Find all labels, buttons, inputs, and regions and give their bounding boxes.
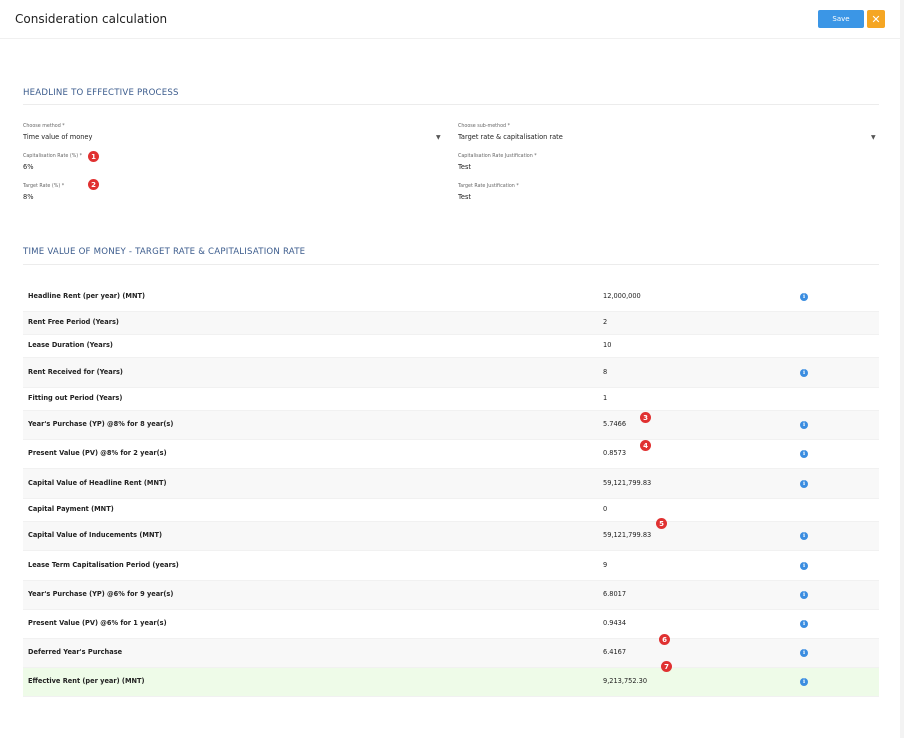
row-label: Rent Free Period (Years) <box>28 318 119 326</box>
table-row: Year's Purchase (YP) @8% for 8 year(s) 5.… <box>23 411 879 440</box>
marker-badge: 4 <box>640 440 651 451</box>
row-value: 59,121,799.83 <box>603 531 652 539</box>
chevron-down-icon[interactable]: ▼ <box>436 134 441 141</box>
table-row: Present Value (PV) @6% for 1 year(s) 0.94… <box>23 610 879 639</box>
row-label: Rent Received for (Years) <box>28 368 123 376</box>
calculation-table: Headline Rent (per year) (MNT) 12,000,000… <box>23 282 879 697</box>
info-icon[interactable]: i <box>800 649 808 657</box>
row-value: 0 <box>603 505 608 513</box>
table-row: Headline Rent (per year) (MNT) 12,000,000… <box>23 282 879 312</box>
save-button[interactable]: Save <box>818 10 864 28</box>
cap-rate-justification-input[interactable]: Test <box>458 163 471 171</box>
row-value: 5.7466 <box>603 420 627 428</box>
marker-badge: 2 <box>88 179 99 190</box>
row-value: 10 <box>603 341 612 349</box>
info-icon[interactable]: i <box>800 450 808 458</box>
row-label: Lease Term Capitalisation Period (years) <box>28 561 179 569</box>
row-label: Headline Rent (per year) (MNT) <box>28 292 145 300</box>
method-label: Choose method * <box>23 124 65 129</box>
page-title: Consideration calculation <box>15 12 168 26</box>
info-icon[interactable]: i <box>800 421 808 429</box>
marker-badge: 1 <box>88 151 99 162</box>
method-select[interactable]: Time value of money <box>23 133 92 141</box>
row-label: Effective Rent (per year) (MNT) <box>28 677 145 685</box>
table-row: Rent Free Period (Years) 2 <box>23 312 879 335</box>
row-label: Fitting out Period (Years) <box>28 394 123 402</box>
row-value: 12,000,000 <box>603 292 641 300</box>
row-value: 9 <box>603 561 608 569</box>
row-label: Present Value (PV) @6% for 1 year(s) <box>28 619 167 627</box>
divider <box>23 264 879 265</box>
table-row: Rent Received for (Years) 8 i <box>23 358 879 388</box>
info-icon[interactable]: i <box>800 532 808 540</box>
row-label: Lease Duration (Years) <box>28 341 113 349</box>
headline-section-title: HEADLINE TO EFFECTIVE PROCESS <box>23 88 179 98</box>
cap-rate-label: Capitalisation Rate (%) * <box>23 154 83 159</box>
marker-badge: 3 <box>640 412 651 423</box>
info-icon[interactable]: i <box>800 369 808 377</box>
info-icon[interactable]: i <box>800 678 808 686</box>
row-value: 6.4167 <box>603 648 627 656</box>
row-value: 8 <box>603 368 608 376</box>
row-label: Present Value (PV) @8% for 2 year(s) <box>28 449 167 457</box>
table-row: Deferred Year's Purchase 6.4167 i <box>23 639 879 668</box>
row-label: Year's Purchase (YP) @8% for 8 year(s) <box>28 420 174 428</box>
table-row: Fitting out Period (Years) 1 <box>23 388 879 411</box>
row-label: Deferred Year's Purchase <box>28 648 123 656</box>
tvm-section-title: TIME VALUE OF MONEY - TARGET RATE & CAPI… <box>23 247 306 257</box>
target-rate-input[interactable]: 8% <box>23 193 33 201</box>
row-value: 0.8573 <box>603 449 627 457</box>
target-rate-justification-input[interactable]: Test <box>458 193 471 201</box>
info-icon[interactable]: i <box>800 591 808 599</box>
table-row: Present Value (PV) @8% for 2 year(s) 0.85… <box>23 440 879 469</box>
table-row: Capital Payment (MNT) 0 <box>23 499 879 522</box>
table-row: Capital Value of Headline Rent (MNT) 59,1… <box>23 469 879 499</box>
row-value: 2 <box>603 318 608 326</box>
row-label: Year's Purchase (YP) @6% for 9 year(s) <box>28 590 174 598</box>
info-icon[interactable]: i <box>800 562 808 570</box>
table-row: Effective Rent (per year) (MNT) 9,213,752… <box>23 668 879 697</box>
row-label: Capital Value of Inducements (MNT) <box>28 531 162 539</box>
row-value: 0.9434 <box>603 619 627 627</box>
table-row: Capital Value of Inducements (MNT) 59,121… <box>23 522 879 551</box>
submethod-select[interactable]: Target rate & capitalisation rate <box>458 133 563 141</box>
cap-rate-input[interactable]: 6% <box>23 163 33 171</box>
info-icon[interactable]: i <box>800 480 808 488</box>
table-row: Lease Term Capitalisation Period (years)… <box>23 551 879 581</box>
divider <box>23 104 879 105</box>
info-icon[interactable]: i <box>800 293 808 301</box>
info-icon[interactable]: i <box>800 620 808 628</box>
row-value: 59,121,799.83 <box>603 479 652 487</box>
target-rate-justification-label: Target Rate Justification * <box>458 184 519 189</box>
table-row: Lease Duration (Years) 10 <box>23 335 879 358</box>
scrollbar[interactable] <box>900 0 904 738</box>
table-row: Year's Purchase (YP) @6% for 9 year(s) 6.… <box>23 581 879 610</box>
target-rate-label: Target Rate (%) * <box>23 184 65 189</box>
submethod-label: Choose sub-method * <box>458 124 510 129</box>
row-label: Capital Value of Headline Rent (MNT) <box>28 479 167 487</box>
modal-header: Consideration calculation Save ✕ <box>0 0 904 39</box>
row-value: 9,213,752.30 <box>603 677 648 685</box>
cap-rate-justification-label: Capitalisation Rate Justification * <box>458 154 537 159</box>
row-value: 6.8017 <box>603 590 627 598</box>
marker-badge: 6 <box>659 634 670 645</box>
marker-badge: 5 <box>656 518 667 529</box>
marker-badge: 7 <box>661 661 672 672</box>
close-button[interactable]: ✕ <box>867 10 885 28</box>
chevron-down-icon[interactable]: ▼ <box>871 134 876 141</box>
row-value: 1 <box>603 394 608 402</box>
row-label: Capital Payment (MNT) <box>28 505 114 513</box>
